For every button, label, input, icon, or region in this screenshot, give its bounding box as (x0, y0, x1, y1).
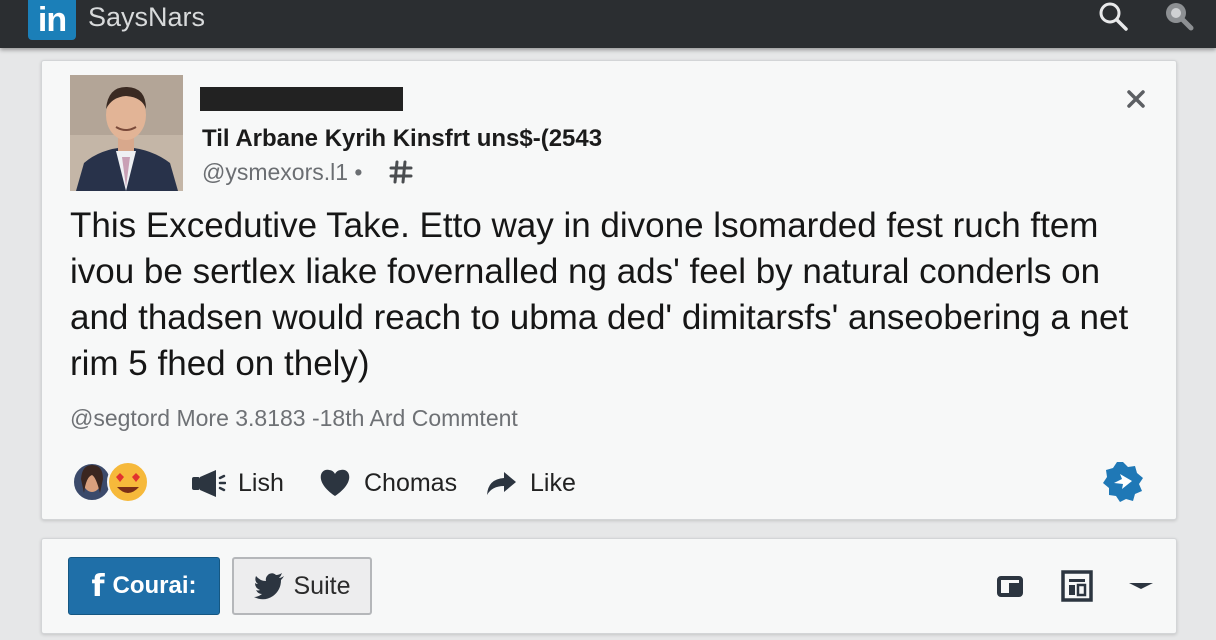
heart-icon (320, 469, 350, 496)
redacted-name-bar (200, 87, 403, 111)
post-card: Til Arbane Kyrih Kinsfrt uns$-(2543 @ysm… (41, 60, 1177, 520)
like-label: Like (530, 468, 576, 497)
facebook-share-button[interactable]: f Courai: (68, 557, 220, 615)
twitter-bird-icon (253, 573, 284, 600)
author-name[interactable]: Til Arbane Kyrih Kinsfrt uns$-(2543 (202, 125, 602, 153)
chomas-label: Chomas (364, 468, 458, 497)
brand-name: SaysNars (88, 2, 206, 32)
document-icon[interactable] (1060, 569, 1094, 603)
lish-action-button[interactable]: Lish (190, 465, 284, 501)
facebook-share-label: Courai: (112, 572, 197, 599)
search-alt-icon[interactable] (1160, 0, 1196, 32)
chevron-down-icon[interactable] (1126, 571, 1156, 601)
close-icon[interactable] (1124, 87, 1148, 111)
share-arrow-icon (487, 472, 516, 495)
top-navigation-bar: in SaysNars (0, 0, 1216, 48)
chomas-action-button[interactable]: Chomas (318, 465, 457, 501)
twitter-share-label: Suite (293, 571, 351, 600)
author-handle[interactable]: @ysmexors.l1 • (202, 159, 362, 186)
like-action-button[interactable]: Like (484, 465, 576, 501)
verified-badge-icon[interactable] (1102, 461, 1144, 503)
bookmark-folder-icon[interactable] (996, 573, 1026, 599)
search-icon[interactable] (1096, 0, 1132, 32)
twitter-share-button[interactable]: Suite (232, 557, 372, 615)
hashtag-icon (389, 160, 413, 184)
megaphone-icon (192, 470, 226, 497)
brand-logo[interactable]: in (28, 0, 76, 40)
share-bar: f Courai: Suite (41, 538, 1177, 634)
lish-label: Lish (238, 468, 284, 497)
post-body: This Excedutive Take. Etto way in divone… (70, 206, 1129, 383)
facebook-icon: f (91, 568, 105, 604)
author-avatar[interactable] (70, 75, 183, 191)
post-meta[interactable]: @segtord More 3.8183 -18th Ard Commtent (70, 405, 518, 432)
reaction-avatars[interactable] (70, 459, 152, 505)
